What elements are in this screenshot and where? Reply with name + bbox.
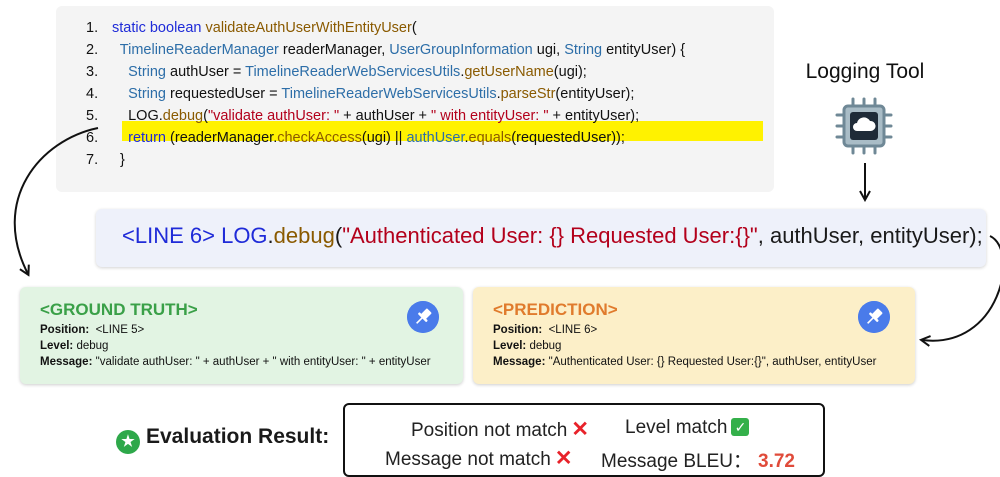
arrow-to-prediction	[922, 235, 1000, 341]
arrow-to-ground-truth	[13, 127, 99, 274]
flow-arrows	[13, 127, 1000, 477]
